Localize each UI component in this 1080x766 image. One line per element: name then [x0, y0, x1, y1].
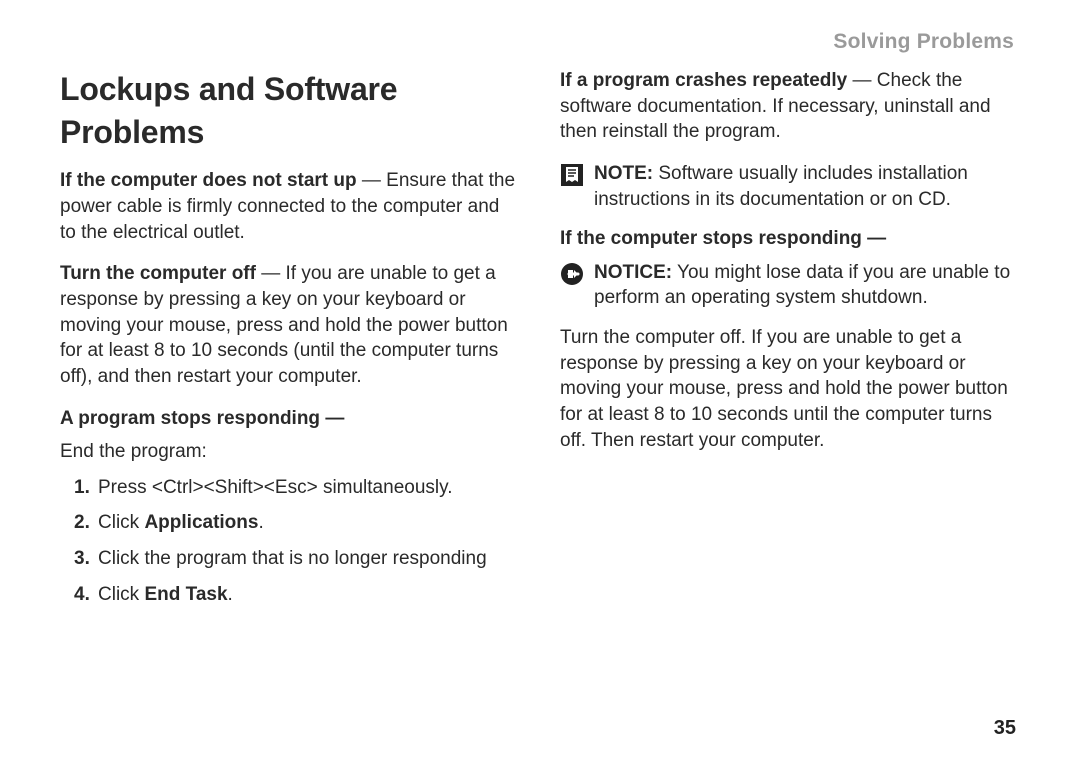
- left-column: Lockups and Software Problems If the com…: [60, 68, 520, 617]
- notice-text: NOTICE: You might lose data if you are u…: [594, 260, 1020, 311]
- paragraph-force-off: Turn the computer off. If you are unable…: [560, 325, 1020, 453]
- two-column-body: Lockups and Software Problems If the com…: [60, 68, 1020, 617]
- notice-icon: [560, 262, 584, 286]
- step-number: 4.: [74, 582, 94, 608]
- paragraph-no-startup: If the computer does not start up — Ensu…: [60, 168, 520, 245]
- note-icon: [560, 163, 584, 187]
- notice-label: NOTICE:: [594, 262, 672, 283]
- notice-callout: NOTICE: You might lose data if you are u…: [560, 260, 1020, 311]
- paragraph-turn-off: Turn the computer off — If you are unabl…: [60, 261, 520, 389]
- paragraph-stops-responding-head: A program stops responding —: [60, 406, 520, 432]
- page-number: 35: [994, 717, 1016, 740]
- section-title: Solving Problems: [833, 30, 1014, 53]
- bold-lead: A program stops responding —: [60, 408, 344, 429]
- step-text: Press <Ctrl><Shift><Esc> simultaneously.: [98, 475, 520, 501]
- step-1: 1. Press <Ctrl><Shift><Esc> simultaneous…: [74, 475, 520, 501]
- bold-lead: If a program crashes repeatedly: [560, 70, 847, 91]
- paragraph-repeated-crash: If a program crashes repeatedly — Check …: [560, 68, 1020, 145]
- step-pre: Click: [98, 512, 144, 533]
- step-number: 3.: [74, 546, 94, 572]
- step-bold: End Task: [144, 584, 227, 605]
- note-text: NOTE: Software usually includes installa…: [594, 161, 1020, 212]
- step-text: Click End Task.: [98, 582, 520, 608]
- running-header: Solving Problems: [60, 30, 1020, 54]
- step-number: 1.: [74, 475, 94, 501]
- step-pre: Click: [98, 584, 144, 605]
- bold-lead: Turn the computer off: [60, 263, 256, 284]
- step-2: 2. Click Applications.: [74, 510, 520, 536]
- step-4: 4. Click End Task.: [74, 582, 520, 608]
- step-text: Click the program that is no longer resp…: [98, 546, 520, 572]
- note-callout: NOTE: Software usually includes installa…: [560, 161, 1020, 212]
- document-page: Solving Problems Lockups and Software Pr…: [0, 0, 1080, 766]
- step-post: .: [228, 584, 233, 605]
- paragraph-end-the-program: End the program:: [60, 439, 520, 465]
- bold-lead: If the computer stops responding —: [560, 228, 886, 249]
- step-post: .: [258, 512, 263, 533]
- page-title: Lockups and Software Problems: [60, 68, 520, 154]
- step-3: 3. Click the program that is no longer r…: [74, 546, 520, 572]
- bold-lead: If the computer does not start up: [60, 170, 357, 191]
- step-text: Click Applications.: [98, 510, 520, 536]
- paragraph-stops-responding-head: If the computer stops responding —: [560, 226, 1020, 252]
- note-label: NOTE:: [594, 163, 653, 184]
- right-column: If a program crashes repeatedly — Check …: [560, 68, 1020, 617]
- step-number: 2.: [74, 510, 94, 536]
- ordered-steps: 1. Press <Ctrl><Shift><Esc> simultaneous…: [74, 475, 520, 608]
- step-bold: Applications: [144, 512, 258, 533]
